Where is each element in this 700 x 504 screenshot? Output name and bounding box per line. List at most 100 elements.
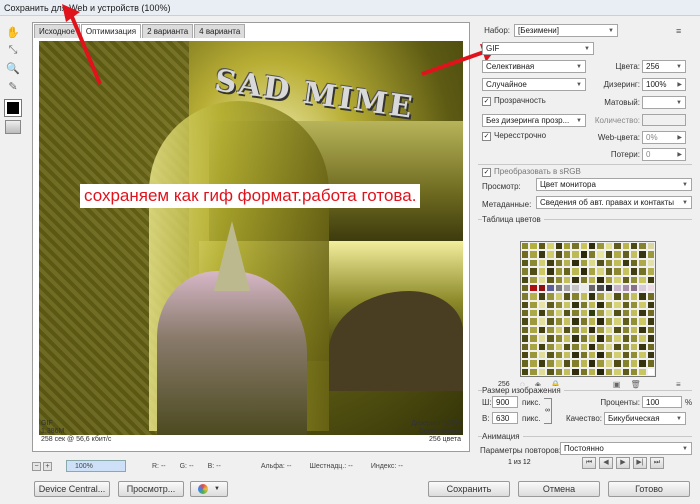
color-swatch[interactable] <box>521 283 530 293</box>
color-swatch[interactable] <box>613 309 622 318</box>
color-swatch[interactable] <box>571 334 580 343</box>
zoom-level-field[interactable]: 100% <box>66 460 126 472</box>
color-swatch[interactable] <box>621 300 630 309</box>
color-swatch[interactable] <box>546 367 555 376</box>
color-swatch[interactable] <box>571 275 580 284</box>
color-swatch[interactable] <box>579 292 588 301</box>
color-swatch[interactable] <box>571 292 580 301</box>
color-swatch[interactable] <box>596 325 605 335</box>
color-swatch[interactable] <box>562 292 572 301</box>
color-swatch[interactable] <box>621 342 630 351</box>
color-swatch[interactable] <box>604 292 614 301</box>
color-swatch[interactable] <box>537 325 547 335</box>
matte-dropdown[interactable]: ▼ <box>642 96 686 109</box>
color-swatch[interactable] <box>646 292 655 301</box>
color-swatch[interactable] <box>579 275 588 284</box>
color-swatch[interactable] <box>588 334 597 343</box>
color-swatch[interactable] <box>537 367 547 376</box>
color-swatch[interactable] <box>621 267 630 276</box>
color-swatch[interactable] <box>638 359 647 368</box>
color-swatch[interactable] <box>613 317 622 326</box>
color-swatch[interactable] <box>646 250 655 259</box>
color-swatch[interactable] <box>562 350 572 360</box>
color-swatch[interactable] <box>529 350 538 360</box>
color-swatch[interactable] <box>562 367 572 376</box>
color-swatch[interactable] <box>646 309 655 318</box>
color-swatch[interactable] <box>537 317 547 326</box>
color-swatch[interactable] <box>529 283 538 293</box>
color-swatch[interactable] <box>571 300 580 309</box>
color-swatch[interactable] <box>546 292 555 301</box>
color-swatch[interactable] <box>571 242 580 251</box>
color-swatch[interactable] <box>638 300 647 309</box>
color-swatch[interactable] <box>638 275 647 284</box>
color-swatch[interactable] <box>579 258 588 268</box>
color-swatch[interactable] <box>621 250 630 259</box>
zoom-in-button[interactable]: + <box>43 461 52 471</box>
color-swatch[interactable] <box>596 242 605 251</box>
color-swatch[interactable] <box>554 283 563 293</box>
color-swatch[interactable] <box>596 350 605 360</box>
color-swatch[interactable] <box>613 267 622 276</box>
color-swatch[interactable] <box>571 309 580 318</box>
next-frame-button[interactable]: ▶| <box>633 457 647 469</box>
color-swatch[interactable] <box>562 359 572 368</box>
color-swatch[interactable] <box>613 275 622 284</box>
color-swatch[interactable] <box>554 359 563 368</box>
color-swatch[interactable] <box>529 334 538 343</box>
color-swatch[interactable] <box>604 242 614 251</box>
web-snap-field[interactable]: 0% ▶ <box>642 131 686 144</box>
tab-2-up[interactable]: 2 варианта <box>142 24 194 38</box>
color-swatch[interactable] <box>571 317 580 326</box>
color-swatch[interactable] <box>629 250 639 259</box>
color-swatch[interactable] <box>529 325 538 335</box>
color-swatch[interactable] <box>621 317 630 326</box>
color-swatch[interactable] <box>529 300 538 309</box>
color-swatch[interactable] <box>529 258 538 268</box>
color-swatch[interactable] <box>629 342 639 351</box>
color-swatch[interactable] <box>562 283 572 293</box>
color-swatch[interactable] <box>537 242 547 251</box>
color-swatch[interactable] <box>629 334 639 343</box>
color-swatch[interactable] <box>537 350 547 360</box>
color-swatch[interactable] <box>613 300 622 309</box>
preview-in-browser-button[interactable]: Просмотр... <box>118 481 184 497</box>
color-swatch[interactable] <box>537 334 547 343</box>
color-swatch[interactable] <box>596 300 605 309</box>
color-swatch[interactable] <box>621 258 630 268</box>
color-swatch[interactable] <box>521 359 530 368</box>
tab-4-up[interactable]: 4 варианта <box>194 24 246 38</box>
color-swatch[interactable] <box>646 258 655 268</box>
color-swatch[interactable] <box>537 292 547 301</box>
color-swatch[interactable] <box>604 275 614 284</box>
color-swatch[interactable] <box>546 350 555 360</box>
color-swatch[interactable] <box>629 242 639 251</box>
color-swatch[interactable] <box>588 258 597 268</box>
color-swatch[interactable] <box>537 267 547 276</box>
color-swatch[interactable] <box>529 275 538 284</box>
color-swatch[interactable] <box>546 275 555 284</box>
color-swatch[interactable] <box>571 350 580 360</box>
color-swatch[interactable] <box>621 325 630 335</box>
color-swatch[interactable] <box>596 317 605 326</box>
color-swatch[interactable] <box>546 334 555 343</box>
color-table-grid[interactable] <box>520 241 656 377</box>
color-swatch[interactable] <box>537 283 547 293</box>
color-swatch[interactable] <box>554 250 563 259</box>
color-swatch[interactable] <box>554 258 563 268</box>
color-swatch[interactable] <box>604 267 614 276</box>
color-swatch[interactable] <box>646 325 655 335</box>
previous-frame-button[interactable]: ◀ <box>599 457 613 469</box>
color-swatch[interactable] <box>604 334 614 343</box>
color-swatch[interactable] <box>613 242 622 251</box>
color-swatch[interactable] <box>588 359 597 368</box>
browser-picker-button[interactable]: ▼ <box>190 481 228 497</box>
color-swatch[interactable] <box>596 283 605 293</box>
last-frame-button[interactable]: ⏭ <box>650 457 664 469</box>
color-swatch[interactable] <box>562 317 572 326</box>
color-swatch[interactable] <box>554 317 563 326</box>
new-color-icon[interactable]: ▣ <box>613 380 621 389</box>
color-swatch[interactable] <box>529 250 538 259</box>
slice-select-tool-icon[interactable]: ⤡ <box>4 42 22 58</box>
format-dropdown[interactable]: GIF ▼ <box>482 42 594 55</box>
